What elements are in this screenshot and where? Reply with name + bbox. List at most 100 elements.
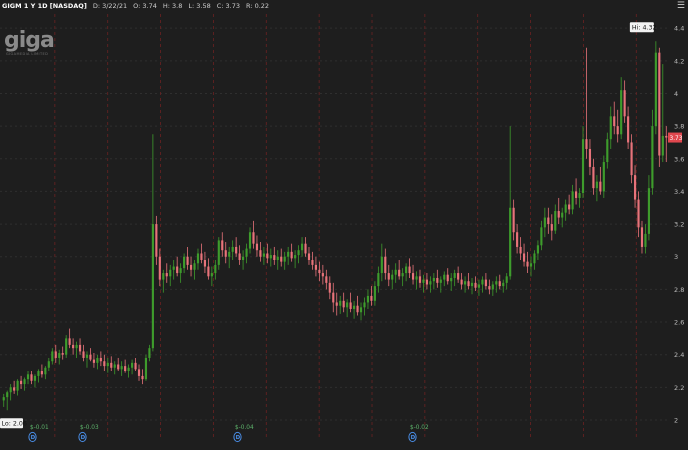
candle-body bbox=[651, 126, 654, 189]
candle-body bbox=[620, 90, 623, 135]
y-tick-label: 2.2 bbox=[674, 384, 684, 392]
candle-body bbox=[151, 224, 154, 349]
candle-body bbox=[564, 204, 567, 213]
candle-body bbox=[65, 338, 68, 355]
candle-body bbox=[384, 256, 387, 274]
candle-body bbox=[346, 302, 349, 308]
symbol-label: GIGM 1 Y 1D [NASDAQ] bbox=[2, 2, 87, 10]
y-tick-label: 3.8 bbox=[674, 123, 684, 131]
candle-body bbox=[196, 253, 200, 264]
candle-body bbox=[266, 253, 269, 259]
candle-body bbox=[54, 351, 57, 358]
candlestick-chart[interactable]: 2 2.2 2.4 2.6 2.8 3 3.2 3.4 3.6 3.8 4 4.2 4.4 Hi: 4.3… bbox=[0, 0, 688, 450]
candle-body bbox=[172, 266, 175, 270]
candle-body bbox=[120, 366, 123, 370]
candle-body bbox=[578, 193, 581, 198]
candle-body bbox=[602, 162, 605, 192]
price-axis: 2 2.2 2.4 2.6 2.8 3 3.2 3.4 3.6 3.8 4 4.2 4.4 Hi: 4.3… bbox=[0, 22, 684, 429]
candle-body bbox=[235, 246, 238, 254]
candle-body bbox=[637, 199, 640, 228]
candle-body bbox=[16, 380, 19, 391]
y-tick-label: 3.4 bbox=[674, 188, 684, 196]
candle-body bbox=[23, 379, 26, 385]
candle-body bbox=[498, 281, 501, 287]
candle-body bbox=[505, 276, 508, 283]
candle-body bbox=[418, 276, 422, 283]
candle-body bbox=[647, 188, 650, 234]
candle-body bbox=[137, 369, 141, 376]
candle-body bbox=[96, 357, 99, 363]
candle-body bbox=[183, 256, 186, 269]
candle-body bbox=[519, 246, 522, 254]
logo-subtitle: GIGAMEDIA LIMITED bbox=[6, 52, 49, 56]
dividend-label: $-0.01 bbox=[30, 425, 49, 431]
candle-body bbox=[255, 243, 259, 251]
candle-body bbox=[363, 302, 366, 308]
candle-body bbox=[85, 354, 89, 358]
candle-body bbox=[401, 273, 404, 277]
y-tick-label: 4 bbox=[674, 90, 678, 98]
candle-body bbox=[571, 191, 574, 210]
candle-body bbox=[148, 348, 151, 358]
candle-body bbox=[613, 116, 616, 127]
candle-body bbox=[356, 305, 359, 313]
candle-body bbox=[283, 256, 286, 262]
close-value: C: 3.73 bbox=[216, 2, 240, 10]
candle-body bbox=[110, 362, 113, 368]
candle-body bbox=[228, 251, 231, 257]
candle-body bbox=[606, 139, 609, 163]
candle-body bbox=[44, 367, 47, 375]
expand-icon[interactable]: ☰ bbox=[677, 1, 685, 11]
candle-body bbox=[481, 279, 484, 285]
candle-body bbox=[141, 375, 144, 380]
candle-body bbox=[179, 268, 182, 274]
candle-body bbox=[561, 212, 564, 218]
candle-body bbox=[453, 273, 456, 278]
candle-body bbox=[113, 364, 116, 368]
candle-body bbox=[665, 135, 668, 138]
lo-label: Lo: 2.06 bbox=[2, 421, 27, 428]
candle-body bbox=[509, 207, 512, 277]
candle-body bbox=[311, 260, 314, 265]
ohlc-header: GIGM 1 Y 1D [NASDAQ] D: 3/22/21 O: 3.74 … bbox=[2, 2, 269, 14]
candle-body bbox=[502, 282, 505, 287]
candle-body bbox=[294, 255, 297, 259]
candle-body bbox=[162, 273, 165, 280]
candle-body bbox=[484, 279, 487, 287]
candle-body bbox=[203, 260, 206, 267]
candle-body bbox=[491, 284, 494, 290]
candle-body bbox=[117, 364, 120, 370]
candle-body bbox=[512, 207, 515, 233]
candle-body bbox=[339, 300, 342, 306]
candle-body bbox=[394, 269, 397, 275]
candle-body bbox=[446, 274, 449, 282]
candle-body bbox=[470, 282, 474, 287]
candle-body bbox=[411, 273, 415, 280]
hi-label: Hi: 4.32 bbox=[632, 25, 657, 32]
candle-body bbox=[189, 264, 193, 270]
candle-body bbox=[186, 256, 189, 265]
candle-body bbox=[366, 295, 370, 303]
candle-body bbox=[439, 279, 442, 283]
candle-body bbox=[224, 250, 227, 257]
candle-body bbox=[127, 367, 130, 372]
candle-body bbox=[9, 387, 12, 393]
candle-body bbox=[543, 217, 546, 228]
candle-body bbox=[429, 281, 432, 285]
dividend-marker-letter: D bbox=[411, 435, 416, 441]
candle-body bbox=[592, 166, 595, 189]
candle-body bbox=[405, 266, 408, 274]
candle-body bbox=[585, 139, 588, 149]
y-tick-label: 2 bbox=[674, 417, 678, 425]
candle-body bbox=[658, 52, 661, 156]
candle-body bbox=[276, 256, 279, 260]
candle-body bbox=[75, 344, 78, 349]
candle-body bbox=[443, 274, 446, 280]
candle-body bbox=[210, 273, 213, 277]
y-tick-label: 3.6 bbox=[674, 155, 684, 163]
gridlines bbox=[0, 14, 668, 440]
candle-body bbox=[304, 243, 307, 254]
candle-body bbox=[47, 361, 50, 368]
candle-body bbox=[464, 281, 467, 285]
candle-body bbox=[72, 344, 75, 349]
